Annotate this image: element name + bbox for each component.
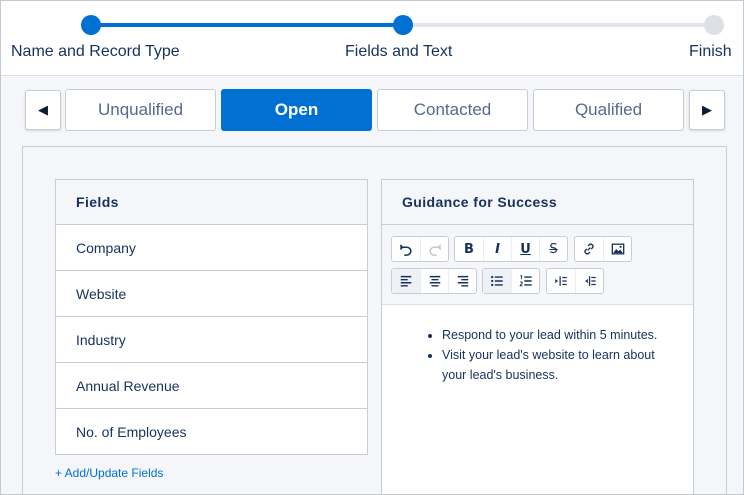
strike-glyph: S (549, 241, 558, 257)
triangle-left-icon: ◀ (38, 102, 48, 117)
fields-list: Fields Company Website Industry Annual R… (55, 179, 368, 455)
field-item-company[interactable]: Company (55, 225, 368, 271)
list-item: Visit your lead's website to learn about… (442, 345, 663, 385)
underline-glyph: U (520, 241, 531, 257)
tab-unqualified[interactable]: Unqualified (65, 89, 216, 131)
step-label-1: Name and Record Type (11, 43, 180, 60)
fields-header: Fields (55, 179, 368, 225)
insert-group (574, 236, 632, 262)
editor-toolbar: B I U S (382, 225, 693, 305)
tab-contacted[interactable]: Contacted (377, 89, 528, 131)
underline-icon[interactable]: U (511, 237, 539, 261)
field-item-no-of-employees[interactable]: No. of Employees (55, 409, 368, 455)
list-item: Respond to your lead within 5 minutes. (442, 325, 663, 345)
alignment-group (391, 268, 477, 294)
bulleted-list-icon[interactable] (483, 269, 511, 293)
redo-icon[interactable] (420, 237, 448, 261)
strikethrough-icon[interactable]: S (539, 237, 567, 261)
undo-icon[interactable] (392, 237, 420, 261)
add-update-fields-link[interactable]: + Add/Update Fields (55, 466, 163, 480)
italic-glyph: I (495, 241, 500, 257)
tab-open[interactable]: Open (221, 89, 372, 131)
editor-content[interactable]: Respond to your lead within 5 minutes. V… (382, 305, 693, 494)
align-center-icon[interactable] (420, 269, 448, 293)
triangle-right-icon: ▶ (702, 102, 712, 117)
outdent-icon[interactable] (575, 269, 603, 293)
link-icon[interactable] (575, 237, 603, 261)
align-left-icon[interactable] (392, 269, 420, 293)
italic-icon[interactable]: I (483, 237, 511, 261)
list-group (482, 268, 540, 294)
guidance-header: Guidance for Success (381, 179, 694, 225)
indent-group (546, 268, 604, 294)
progress-track-remaining (403, 23, 714, 27)
guidance-bullet-list: Respond to your lead within 5 minutes. V… (442, 325, 663, 385)
guidance-panel: Guidance for Success B I U S • Respond t… (381, 179, 694, 494)
bold-icon[interactable]: B (455, 237, 483, 261)
step-marker-3[interactable] (704, 15, 724, 35)
bold-glyph: B (464, 241, 474, 257)
field-item-website[interactable]: Website (55, 271, 368, 317)
rich-text-editor[interactable]: B I U S • Respond to your lead within 5 … (381, 225, 694, 494)
next-stage-button[interactable]: ▶ (689, 90, 725, 130)
step-label-2: Fields and Text (345, 43, 453, 60)
progress-track-complete (91, 23, 403, 27)
history-group (391, 236, 449, 262)
field-item-industry[interactable]: Industry (55, 317, 368, 363)
text-format-group: B I U S (454, 236, 568, 262)
step-marker-2[interactable] (393, 15, 413, 35)
align-right-icon[interactable] (448, 269, 476, 293)
app-frame: Name and Record Type Fields and Text Fin… (0, 0, 744, 495)
previous-stage-button[interactable]: ◀ (25, 90, 61, 130)
tab-qualified[interactable]: Qualified (533, 89, 684, 131)
field-item-annual-revenue[interactable]: Annual Revenue (55, 363, 368, 409)
step-marker-1[interactable] (81, 15, 101, 35)
step-label-3: Finish (689, 43, 732, 60)
numbered-list-icon[interactable] (511, 269, 539, 293)
indent-icon[interactable] (547, 269, 575, 293)
image-icon[interactable] (603, 237, 631, 261)
progress-indicator: Name and Record Type Fields and Text Fin… (1, 1, 743, 76)
